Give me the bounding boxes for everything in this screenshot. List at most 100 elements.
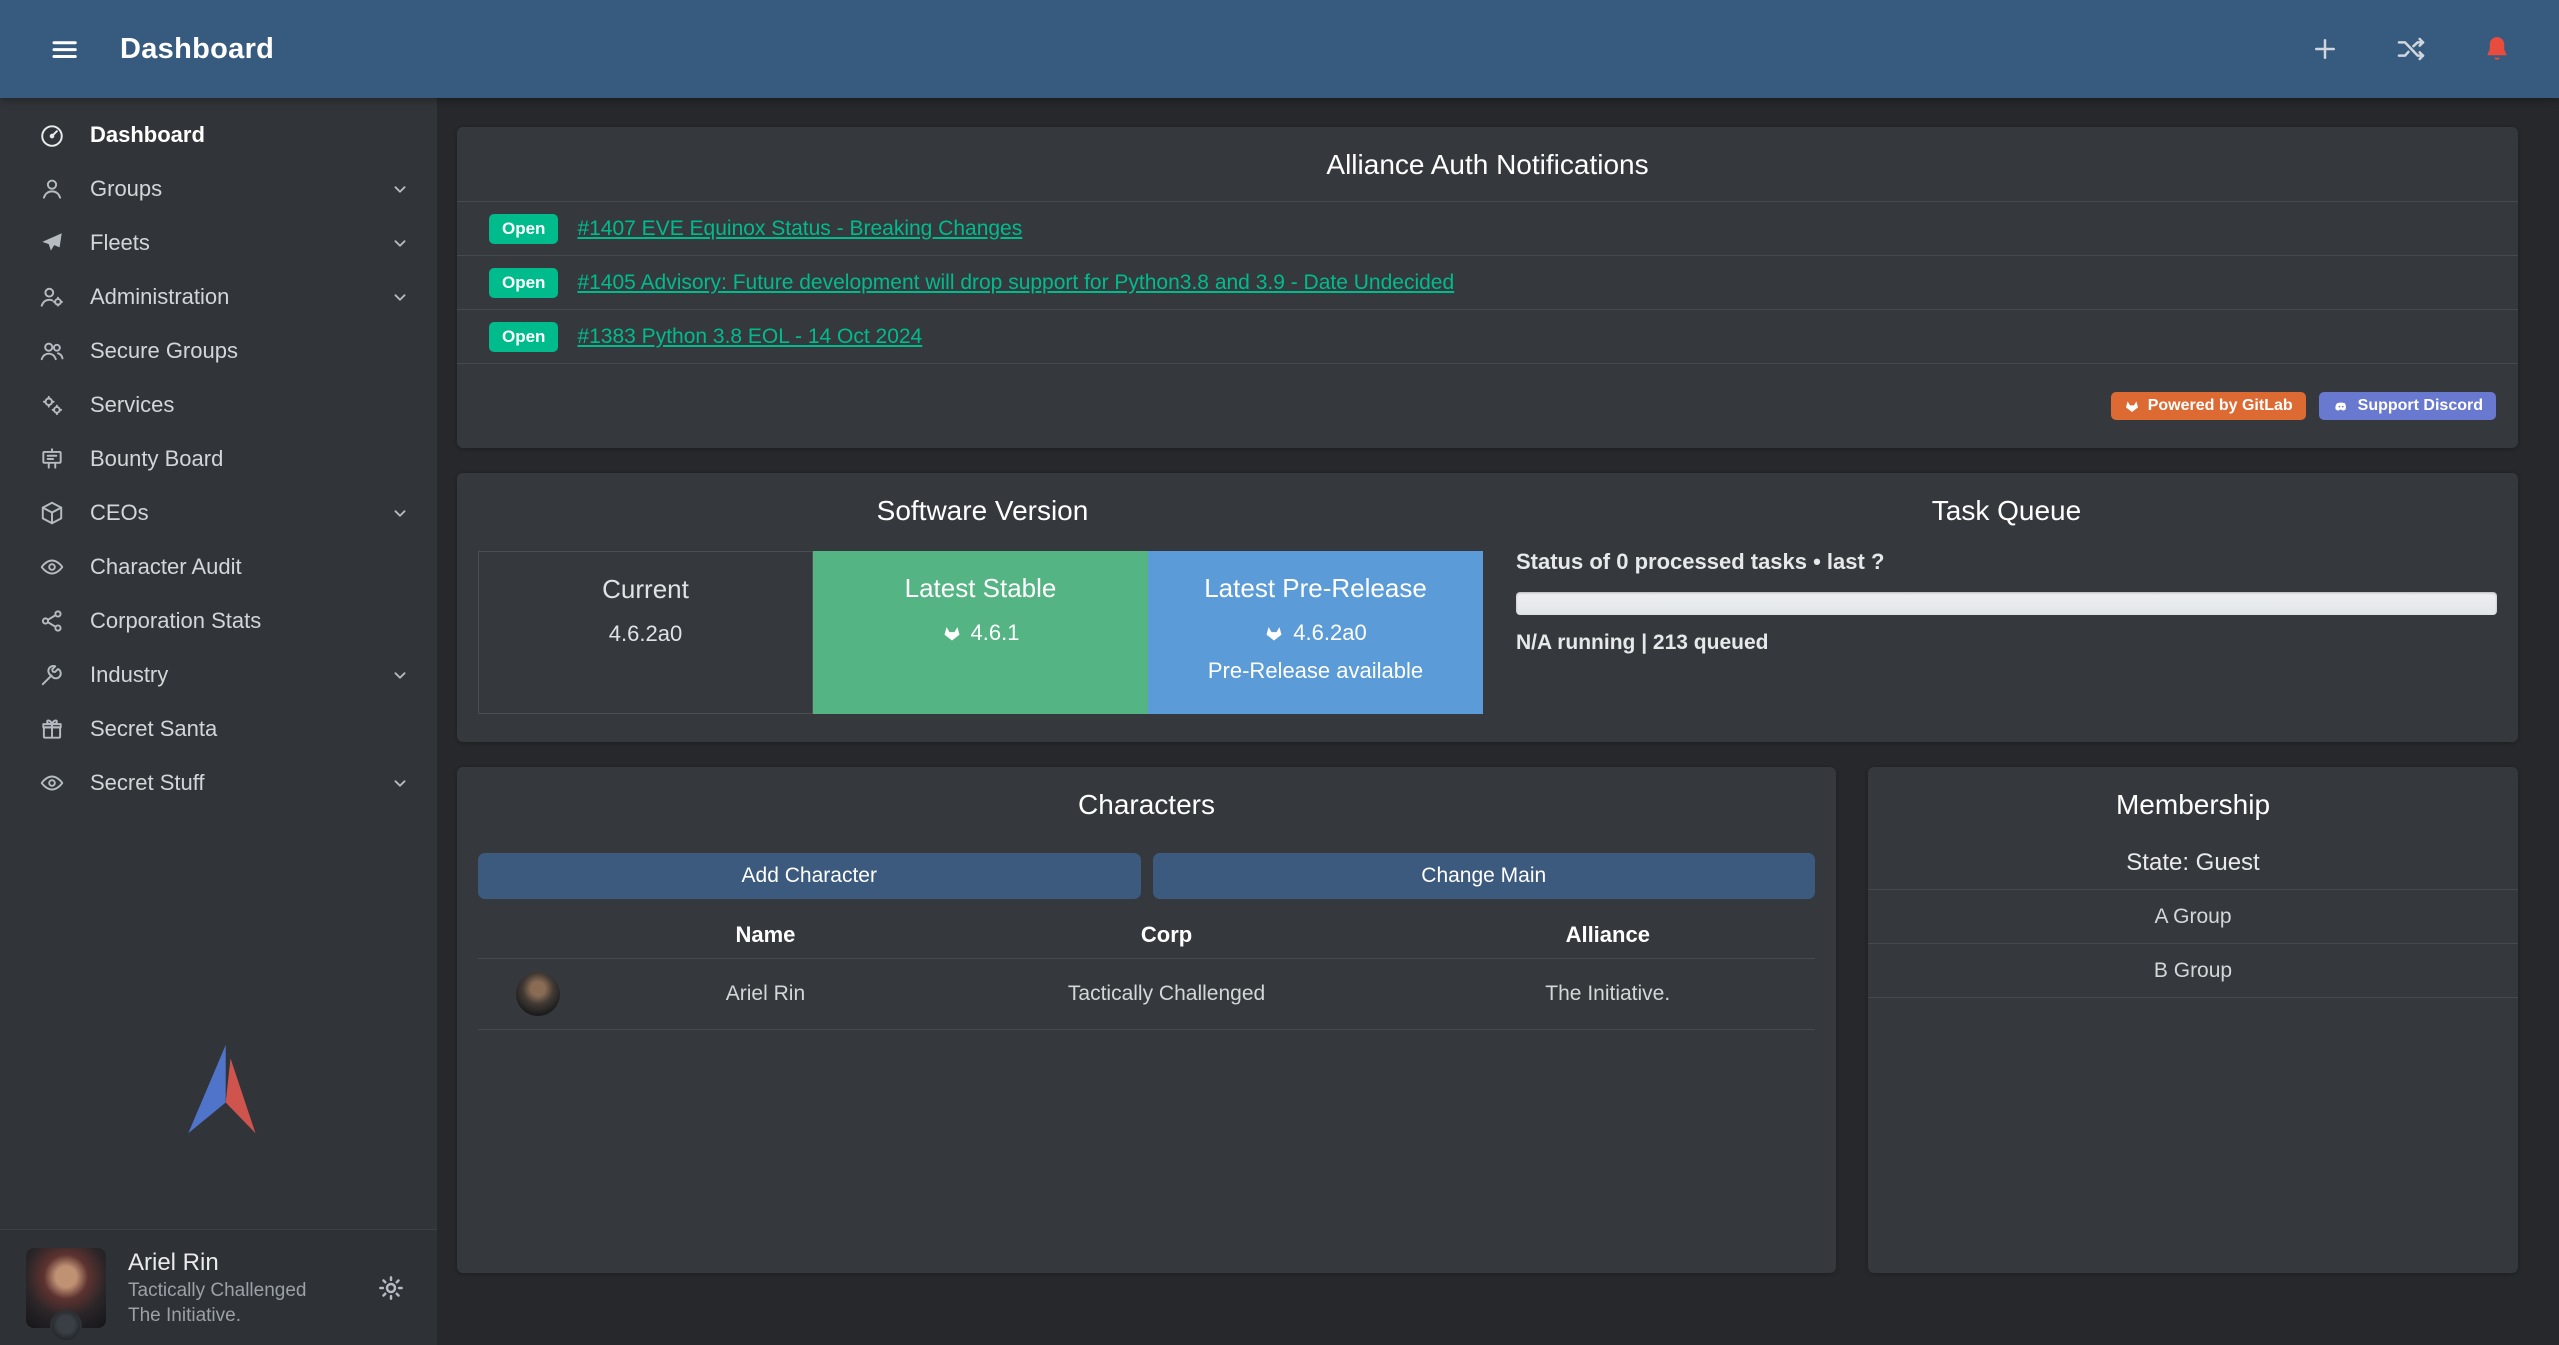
sidebar-item-label: Dashboard [90, 122, 205, 148]
chevron-down-icon [389, 232, 411, 254]
sidebar-item-dashboard[interactable]: Dashboard [0, 108, 437, 162]
eye-icon [36, 767, 68, 799]
task-queue-status: Status of 0 processed tasks • last ? [1516, 549, 2497, 575]
sidebar-item-corporation-stats[interactable]: Corporation Stats [0, 594, 437, 648]
settings-gear-icon[interactable] [371, 1268, 411, 1308]
version-value: 4.6.2a0 [609, 621, 682, 647]
version-box-prerelease: Latest Pre-Release 4.6.2a0 Pre-Release a… [1148, 551, 1483, 714]
sidebar-item-groups[interactable]: Groups [0, 162, 437, 216]
sidebar-item-bounty-board[interactable]: Bounty Board [0, 432, 437, 486]
sidebar-item-label: Administration [90, 284, 229, 310]
sidebar-item-secure-groups[interactable]: Secure Groups [0, 324, 437, 378]
gitlab-badge[interactable]: Powered by GitLab [2111, 392, 2306, 420]
notification-row: Open #1405 Advisory: Future development … [457, 256, 2518, 310]
chevron-down-icon [389, 664, 411, 686]
cogs-icon [36, 389, 68, 421]
version-box-label: Latest Stable [813, 573, 1148, 604]
software-version-section: Software Version Current 4.6.2a0 Latest … [457, 473, 1487, 742]
column-header-name: Name [598, 922, 932, 948]
task-queue-section: Task Queue Status of 0 processed tasks •… [1487, 473, 2518, 742]
cube-icon [36, 497, 68, 529]
gift-icon [36, 713, 68, 745]
board-icon [36, 443, 68, 475]
change-main-button[interactable]: Change Main [1153, 853, 1816, 899]
character-alliance: The Initiative. [1401, 982, 1815, 1006]
sidebar-item-label: Secret Stuff [90, 770, 205, 796]
characters-panel: Characters Add Character Change Main Nam… [457, 767, 1836, 1273]
notifications-panel: Alliance Auth Notifications Open #1407 E… [457, 127, 2518, 448]
sidebar-item-secret-stuff[interactable]: Secret Stuff [0, 756, 437, 810]
notifications-title: Alliance Auth Notifications [457, 127, 2518, 181]
version-value: 4.6.1 [971, 620, 1020, 646]
eye-icon [36, 551, 68, 583]
share-nodes-icon [36, 605, 68, 637]
main-content: Alliance Auth Notifications Open #1407 E… [437, 98, 2559, 1345]
add-icon[interactable] [2305, 29, 2345, 69]
chevron-down-icon [389, 178, 411, 200]
sidebar-item-fleets[interactable]: Fleets [0, 216, 437, 270]
sidebar-item-label: Services [90, 392, 174, 418]
top-navbar: Dashboard [0, 0, 2559, 98]
user-gear-icon [36, 281, 68, 313]
sidebar-item-label: CEOs [90, 500, 149, 526]
chevron-down-icon [389, 772, 411, 794]
chevron-down-icon [389, 502, 411, 524]
notifications-list: Open #1407 EVE Equinox Status - Breaking… [457, 201, 2518, 364]
character-portrait [516, 972, 560, 1016]
membership-group-list: A Group B Group [1868, 889, 2518, 998]
column-header-corp: Corp [933, 922, 1401, 948]
sidebar: Dashboard Groups Fleets Administration [0, 98, 437, 1345]
user-icon [36, 173, 68, 205]
jet-icon [36, 227, 68, 259]
notification-row: Open #1383 Python 3.8 EOL - 14 Oct 2024 [457, 310, 2518, 364]
task-queue-progressbar [1516, 592, 2497, 615]
wrench-icon [36, 659, 68, 691]
status-badge: Open [489, 268, 558, 298]
chevron-down-icon [389, 286, 411, 308]
sidebar-item-label: Character Audit [90, 554, 242, 580]
characters-table-header: Name Corp Alliance [478, 911, 1815, 959]
sidebar-item-label: Bounty Board [90, 446, 223, 472]
membership-group-item: A Group [1868, 890, 2518, 944]
gitlab-badge-label: Powered by GitLab [2148, 397, 2293, 415]
membership-title: Membership [1868, 767, 2518, 821]
notification-link[interactable]: #1407 EVE Equinox Status - Breaking Chan… [577, 217, 1022, 241]
shuffle-icon[interactable] [2391, 29, 2431, 69]
gauge-icon [36, 119, 68, 151]
sidebar-item-label: Groups [90, 176, 162, 202]
sidebar-item-character-audit[interactable]: Character Audit [0, 540, 437, 594]
corp-logo-badge [50, 1310, 82, 1342]
character-table-row: Ariel Rin Tactically Challenged The Init… [478, 959, 1815, 1030]
notifications-bell-icon[interactable] [2477, 29, 2517, 69]
menu-toggle-icon[interactable] [42, 27, 86, 71]
version-box-current: Current 4.6.2a0 [478, 551, 813, 714]
add-character-button[interactable]: Add Character [478, 853, 1141, 899]
discord-icon [2332, 398, 2350, 414]
sidebar-item-label: Corporation Stats [90, 608, 261, 634]
software-task-panel: Software Version Current 4.6.2a0 Latest … [457, 473, 2518, 742]
sidebar-item-secret-santa[interactable]: Secret Santa [0, 702, 437, 756]
user-alliance: The Initiative. [128, 1303, 241, 1328]
character-name: Ariel Rin [598, 982, 932, 1006]
sidebar-item-industry[interactable]: Industry [0, 648, 437, 702]
sidebar-item-label: Fleets [90, 230, 150, 256]
user-name: Ariel Rin [128, 1247, 307, 1279]
notification-link[interactable]: #1405 Advisory: Future development will … [577, 271, 1454, 295]
task-queue-title: Task Queue [1516, 473, 2497, 527]
gitlab-icon [1264, 623, 1284, 643]
notification-link[interactable]: #1383 Python 3.8 EOL - 14 Oct 2024 [577, 325, 922, 349]
sidebar-item-ceos[interactable]: CEOs [0, 486, 437, 540]
discord-badge[interactable]: Support Discord [2319, 392, 2496, 420]
characters-title: Characters [478, 767, 1815, 821]
sidebar-item-label: Industry [90, 662, 168, 688]
version-value: 4.6.2a0 [1293, 620, 1366, 646]
discord-badge-label: Support Discord [2358, 397, 2483, 415]
sidebar-item-administration[interactable]: Administration [0, 270, 437, 324]
gitlab-icon [942, 623, 962, 643]
gitlab-icon [2124, 398, 2140, 414]
membership-state: State: Guest [1868, 849, 2518, 877]
version-box-label: Latest Pre-Release [1148, 573, 1483, 604]
sidebar-item-services[interactable]: Services [0, 378, 437, 432]
sidebar-item-label: Secure Groups [90, 338, 238, 364]
notification-row: Open #1407 EVE Equinox Status - Breaking… [457, 202, 2518, 256]
